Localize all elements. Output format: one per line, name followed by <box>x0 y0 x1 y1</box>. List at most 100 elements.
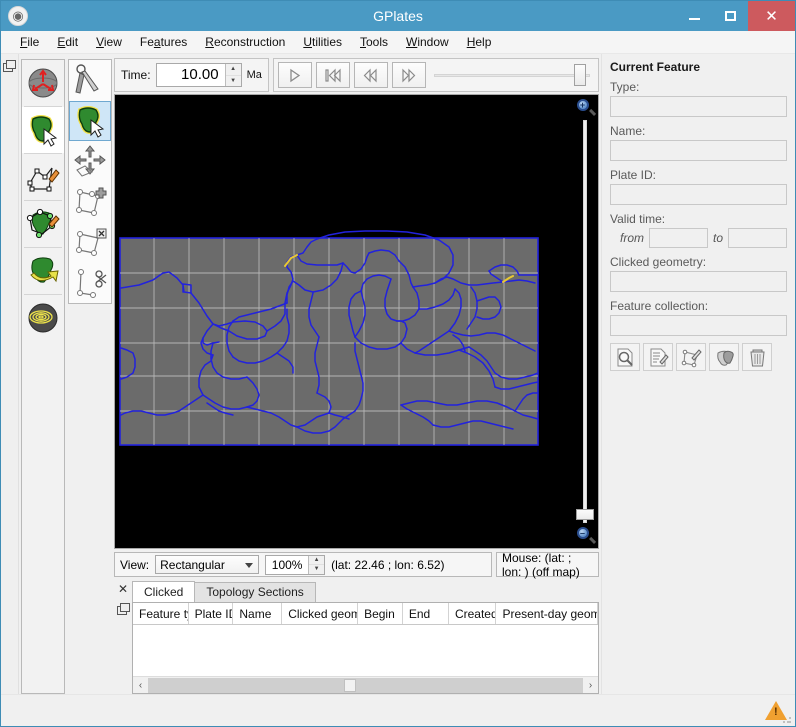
title-bar: ◉ GPlates ✕ <box>1 1 795 31</box>
column-name[interactable]: Name <box>233 603 283 624</box>
choose-feature-tool[interactable] <box>22 107 64 153</box>
zoom-spin-down[interactable]: ▼ <box>309 565 324 574</box>
time-spinbox[interactable]: 10.00 ▲ ▼ <box>155 63 242 87</box>
projection-combobox[interactable]: Rectangular <box>155 555 260 574</box>
animation-control-group <box>272 58 599 92</box>
column-created[interactable]: Created <box>449 603 497 624</box>
step-forward-button[interactable] <box>391 62 426 88</box>
menu-utilities[interactable]: Utilities <box>294 33 351 51</box>
zoom-spin-arrows: ▲ ▼ <box>308 555 325 574</box>
menu-reconstruction[interactable]: Reconstruction <box>196 33 294 51</box>
clone-feature-button[interactable] <box>709 343 739 371</box>
time-slider-thumb[interactable] <box>574 64 586 86</box>
step-forward-icon <box>402 68 416 82</box>
query-feature-button[interactable] <box>610 343 640 371</box>
digitise-geometry-tool[interactable] <box>22 154 64 200</box>
feature-type-label: Type: <box>610 80 640 94</box>
menu-features[interactable]: Features <box>131 33 196 51</box>
float-toolbar-icon[interactable] <box>3 60 16 73</box>
time-spin-down[interactable]: ▼ <box>226 76 241 87</box>
valid-from-field[interactable] <box>649 228 708 248</box>
move-vertex-icon <box>26 208 60 239</box>
rewind-to-start-button[interactable] <box>315 62 350 88</box>
choose-feature-tool-secondary[interactable] <box>69 100 111 141</box>
drag-globe-tool[interactable] <box>22 60 64 106</box>
menu-file[interactable]: File <box>11 33 48 51</box>
delete-vertex-tool[interactable] <box>69 222 111 263</box>
left-dock-strip <box>1 54 19 694</box>
column-plate-id[interactable]: Plate ID <box>189 603 234 624</box>
feature-type-field[interactable] <box>610 96 787 117</box>
float-dock-icon[interactable] <box>116 603 130 616</box>
zoom-slider-track[interactable] <box>576 120 594 523</box>
edit-feature-button[interactable] <box>643 343 673 371</box>
maximize-button[interactable] <box>712 1 748 31</box>
status-bar <box>1 694 795 726</box>
delete-vertex-icon <box>76 228 107 257</box>
close-button[interactable]: ✕ <box>748 1 795 31</box>
feature-collection-field[interactable] <box>610 315 787 336</box>
scroll-left-arrow[interactable]: ‹ <box>133 680 148 691</box>
tab-clicked[interactable]: Clicked <box>132 581 196 602</box>
plate-id-field[interactable] <box>610 184 787 205</box>
column-end[interactable]: End <box>403 603 449 624</box>
clone-geometry-button[interactable] <box>676 343 706 371</box>
delete-feature-button[interactable] <box>742 343 772 371</box>
table-horizontal-scrollbar[interactable]: ‹ › <box>133 676 598 693</box>
scroll-thumb[interactable] <box>343 678 356 692</box>
primary-tool-column <box>21 59 65 694</box>
manipulate-pole-tool[interactable] <box>22 248 64 294</box>
build-topology-tool[interactable] <box>69 60 111 101</box>
tabs-area: Clicked Topology Sections Feature type P… <box>132 581 599 694</box>
map-canvas[interactable] <box>115 95 572 548</box>
feature-collection-label: Feature collection: <box>610 299 709 313</box>
digitise-geometry-icon <box>27 167 60 192</box>
valid-to-field[interactable] <box>728 228 788 248</box>
measure-distance-tool[interactable] <box>22 295 64 341</box>
zoom-out-handle <box>588 536 596 544</box>
menu-edit[interactable]: Edit <box>48 33 87 51</box>
zoom-spin-up[interactable]: ▲ <box>309 556 325 565</box>
feature-name-field[interactable] <box>610 140 787 161</box>
reconstruction-toolbar: Time: 10.00 ▲ ▼ Ma <box>114 58 599 92</box>
menu-view[interactable]: View <box>87 33 131 51</box>
rewind-icon <box>325 68 341 82</box>
play-button[interactable] <box>277 62 312 88</box>
move-geometry-tool[interactable] <box>69 141 111 182</box>
menu-tools[interactable]: Tools <box>351 33 397 51</box>
time-input[interactable]: 10.00 <box>157 64 225 86</box>
split-feature-tool[interactable] <box>69 263 111 304</box>
clicked-geometry-field[interactable] <box>610 271 787 292</box>
close-dock-icon[interactable]: ✕ <box>118 583 128 595</box>
resize-grip-icon[interactable] <box>782 714 792 724</box>
time-spin-up[interactable]: ▲ <box>225 64 241 76</box>
minimize-button[interactable] <box>676 1 712 31</box>
zoom-out-icon[interactable]: – <box>576 527 596 544</box>
time-control-group: Time: 10.00 ▲ ▼ Ma <box>114 58 269 92</box>
column-present-day-geometry[interactable]: Present-day geometry (lat <box>496 603 598 624</box>
table-body[interactable] <box>133 625 598 676</box>
panel-title: Current Feature <box>610 60 701 74</box>
tab-topology-sections[interactable]: Topology Sections <box>194 582 316 602</box>
scroll-track[interactable] <box>148 677 583 693</box>
zoom-spinbox[interactable]: 100% ▲ ▼ <box>265 554 326 575</box>
gplates-window: ◉ GPlates ✕ File Edit View Features Reco… <box>0 0 796 727</box>
zoom-slider-thumb[interactable] <box>576 509 594 520</box>
column-begin[interactable]: Begin <box>358 603 403 624</box>
tab-strip: Clicked Topology Sections <box>132 581 599 602</box>
zoom-in-icon[interactable]: + <box>576 99 596 116</box>
menu-window[interactable]: Window <box>397 33 458 51</box>
scroll-right-arrow[interactable]: › <box>583 680 598 691</box>
split-feature-icon <box>77 268 107 298</box>
menu-help[interactable]: Help <box>458 33 501 51</box>
zoom-percent-value[interactable]: 100% <box>266 556 308 574</box>
move-vertex-tool[interactable] <box>22 201 64 247</box>
insert-vertex-tool[interactable] <box>69 182 111 223</box>
column-clicked-geometry[interactable]: Clicked geometry <box>282 603 359 624</box>
chevron-down-icon <box>245 563 254 568</box>
step-back-icon <box>363 68 377 82</box>
time-slider[interactable] <box>432 62 592 88</box>
valid-from-label: from <box>620 231 644 245</box>
step-back-button[interactable] <box>353 62 388 88</box>
column-feature-type[interactable]: Feature type <box>133 603 189 624</box>
